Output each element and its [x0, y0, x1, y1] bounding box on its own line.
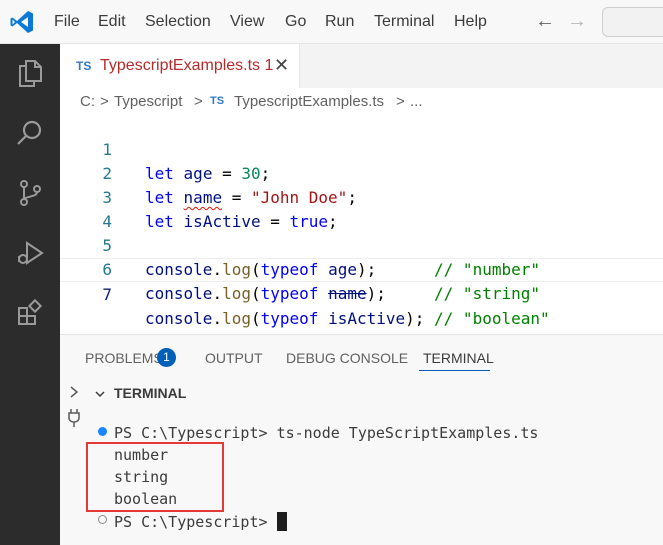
- problems-count-badge: 1: [157, 348, 176, 367]
- code-line: 4: [60, 186, 663, 231]
- tab-debug-console[interactable]: DEBUG CONSOLE: [286, 350, 408, 366]
- menu-run[interactable]: Run: [325, 13, 354, 31]
- command-decoration-icon[interactable]: [98, 515, 107, 524]
- tab-problems[interactable]: PROBLEMS: [85, 350, 163, 366]
- chevron-right-icon: >: [396, 93, 405, 110]
- terminal-cursor: [276, 512, 287, 531]
- tab-problem-count: 1: [264, 57, 274, 74]
- menu-terminal[interactable]: Terminal: [374, 13, 434, 31]
- output-highlight-box: [86, 442, 224, 512]
- plug-icon[interactable]: [66, 408, 82, 428]
- back-arrow-icon[interactable]: ←: [535, 10, 555, 33]
- breadcrumb-folder[interactable]: Typescript: [114, 93, 182, 110]
- breadcrumb-more[interactable]: ...: [410, 93, 423, 110]
- typescript-file-icon: TS: [210, 95, 225, 107]
- terminal-prompt-line: PS C:\Typescript>: [114, 512, 287, 531]
- breadcrumb-file[interactable]: TypescriptExamples.ts: [234, 93, 384, 110]
- menu-edit[interactable]: Edit: [98, 13, 126, 31]
- source-control-icon[interactable]: [15, 178, 45, 208]
- code-line: 1 let age = 30;: [60, 114, 663, 183]
- command-center-search[interactable]: [602, 7, 663, 37]
- breadcrumb: C: > Typescript > TS TypescriptExamples.…: [60, 88, 663, 114]
- tab-output[interactable]: OUTPUT: [205, 350, 263, 366]
- command-decoration-icon[interactable]: [98, 427, 107, 436]
- line-number: 7: [102, 285, 112, 304]
- menu-go[interactable]: Go: [285, 13, 306, 31]
- terminal-command-line: PS C:\Typescript> ts-node TypeScriptExam…: [114, 424, 539, 442]
- close-icon[interactable]: ✕: [274, 55, 289, 76]
- chevron-right-icon: >: [100, 93, 109, 110]
- menu-file[interactable]: File: [54, 13, 80, 31]
- code-editor[interactable]: 1 let age = 30; 2 let name = "John Doe";…: [60, 114, 663, 334]
- code-line: 3 let isActive = true;: [60, 162, 663, 231]
- forward-arrow-icon[interactable]: →: [567, 10, 587, 33]
- vscode-logo-icon[interactable]: [9, 9, 35, 35]
- tab-title: TypescriptExamples.ts 1: [100, 57, 274, 74]
- activity-bar: [0, 44, 60, 545]
- panel-tab-bar: PROBLEMS 1 OUTPUT DEBUG CONSOLE TERMINAL: [60, 334, 663, 380]
- terminal-sidebar: [60, 380, 88, 545]
- active-tab-indicator: [419, 370, 490, 371]
- search-icon[interactable]: [15, 118, 45, 148]
- menu-view[interactable]: View: [230, 13, 264, 31]
- tab-typescript-examples[interactable]: TS TypescriptExamples.ts 1 ✕: [60, 44, 300, 88]
- code-line: 2 let name = "John Doe";: [60, 138, 663, 207]
- code-text: console.log(typeof isActive); // "boolea…: [145, 309, 550, 328]
- typescript-file-icon: TS: [76, 59, 92, 73]
- menu-help[interactable]: Help: [454, 13, 487, 31]
- code-line-current: 7 console.log(typeof isActive); // "bool…: [60, 258, 663, 328]
- editor-tab-bar: TS TypescriptExamples.ts 1 ✕: [60, 44, 663, 88]
- code-line: 5 console.log(typeof age); // "number": [60, 210, 663, 279]
- terminal-section-header[interactable]: TERMINAL: [114, 385, 186, 401]
- breadcrumb-drive[interactable]: C:: [80, 93, 95, 110]
- code-text: console.log(typeof name); // "string": [145, 284, 540, 303]
- terminal-panel[interactable]: TERMINAL PS C:\Typescript> ts-node TypeS…: [60, 380, 663, 545]
- deprecated-identifier[interactable]: name: [328, 284, 367, 303]
- code-line: 6 console.log(typeof name); // "string": [60, 234, 663, 303]
- chevron-down-icon[interactable]: [94, 389, 106, 399]
- tab-terminal[interactable]: TERMINAL: [423, 350, 494, 366]
- chevron-right-icon[interactable]: [68, 385, 80, 399]
- run-debug-icon[interactable]: [15, 238, 45, 268]
- menu-bar: File Edit Selection View Go Run Terminal…: [0, 0, 663, 44]
- extensions-icon[interactable]: [15, 298, 45, 328]
- chevron-right-icon: >: [194, 93, 203, 110]
- menu-selection[interactable]: Selection: [145, 13, 211, 31]
- explorer-icon[interactable]: [15, 58, 45, 88]
